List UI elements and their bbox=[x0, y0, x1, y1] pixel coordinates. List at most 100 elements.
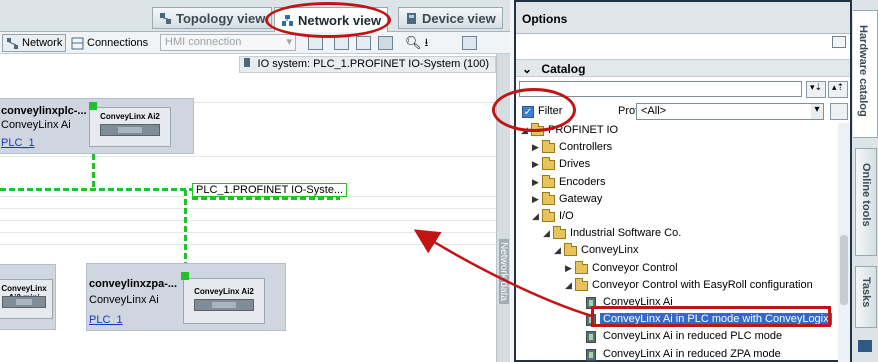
save-down-icon: ⭳ bbox=[424, 36, 429, 49]
expanded-arrow-icon[interactable]: ◢ bbox=[542, 228, 551, 239]
catalog-folder[interactable]: ◢ Conveyor Control with EasyRoll configur… bbox=[516, 277, 836, 295]
folder-icon bbox=[542, 209, 555, 222]
device-plc-link[interactable]: PLC_1 bbox=[1, 137, 35, 149]
collapsed-arrow-icon[interactable]: ▶ bbox=[531, 159, 540, 170]
device-icon bbox=[405, 12, 418, 25]
catalog-folder[interactable]: ▶ Controllers bbox=[516, 140, 836, 157]
device-type: ConveyLinx Ai bbox=[1, 119, 71, 131]
catalog-item-label: ConveyLinx bbox=[581, 244, 639, 257]
network-data-tab[interactable]: Network data bbox=[498, 239, 509, 304]
catalog-item-label: Conveyor Control with EasyRoll configura… bbox=[592, 278, 813, 291]
network-button[interactable]: Network bbox=[2, 34, 67, 52]
tab-tasks[interactable]: Tasks bbox=[855, 266, 877, 328]
view-tab-bar: Topology view Network view Device view bbox=[0, 0, 510, 32]
network-canvas[interactable]: IO system: PLC_1.PROFINET IO-System (100… bbox=[0, 54, 496, 362]
tree-scroll-thumb[interactable] bbox=[840, 235, 848, 305]
expanded-arrow-icon[interactable]: ◢ bbox=[564, 280, 573, 291]
device-conveylinxplc[interactable]: conveylinxplc-... ConveyLinx Ai PLC_1 Co… bbox=[0, 98, 194, 154]
catalog-folder[interactable]: ▶ Gateway bbox=[516, 191, 836, 209]
panel-layout-icon[interactable] bbox=[832, 36, 846, 48]
catalog-folder[interactable]: ▶ Encoders bbox=[516, 174, 836, 192]
grid-icon[interactable] bbox=[334, 36, 349, 50]
collapse-icon: ⌄ bbox=[522, 62, 533, 76]
collapsed-arrow-icon[interactable]: ▶ bbox=[531, 177, 540, 188]
tasks-label: Tasks bbox=[860, 277, 872, 308]
collapsed-arrow-icon[interactable]: ▶ bbox=[531, 194, 540, 205]
grid-line bbox=[0, 232, 496, 233]
catalog-folder[interactable]: ▶ Conveyor Control bbox=[516, 260, 836, 278]
expanded-arrow-icon[interactable]: ◢ bbox=[531, 211, 540, 222]
catalog-item-label: Industrial Software Co. bbox=[570, 227, 682, 240]
profile-edit-icon[interactable] bbox=[830, 103, 848, 120]
catalog-item[interactable]: ConveyLinx Ai in reduced PLC mode bbox=[516, 329, 836, 346]
catalog-folder[interactable]: ◢ PROFINET IO bbox=[516, 123, 836, 140]
hardware-catalog-label: Hardware catalog bbox=[857, 25, 869, 117]
grid-line bbox=[0, 244, 496, 245]
catalog-item-label: Encoders bbox=[559, 175, 606, 188]
catalog-folder[interactable]: ◢ Industrial Software Co. bbox=[516, 226, 836, 243]
online-tools-label: Online tools bbox=[860, 163, 872, 227]
tab-online-tools[interactable]: Online tools bbox=[855, 148, 877, 256]
device-type: ConveyLinx Ai bbox=[89, 294, 159, 306]
tab-topology-view[interactable]: Topology view bbox=[152, 7, 273, 29]
catalog-item-label: ConveyLinx Ai in reduced ZPA mode bbox=[603, 347, 781, 360]
layout-icon[interactable] bbox=[378, 36, 393, 50]
device-module-icon bbox=[586, 348, 596, 361]
device-plc-link[interactable]: PLC_1 bbox=[89, 314, 123, 326]
options-title: Options bbox=[516, 2, 850, 34]
catalog-item-label: Conveyor Control bbox=[592, 261, 678, 274]
tab-hardware-catalog[interactable]: Hardware catalog bbox=[853, 10, 878, 138]
catalog-item-label: ConveyLinx Ai in reduced PLC mode bbox=[603, 330, 783, 343]
topology-icon bbox=[159, 12, 172, 25]
catalog-item-label: Drives bbox=[559, 158, 591, 171]
catalog-folder[interactable]: ◢ ConveyLinx bbox=[516, 243, 836, 260]
folder-icon bbox=[553, 226, 566, 240]
network-line-label[interactable]: PLC_1.PROFINET IO-Syste... bbox=[192, 183, 348, 197]
highlight-selected-item bbox=[591, 306, 831, 327]
connection-type-select[interactable]: HMI connection bbox=[160, 34, 296, 51]
connections-button[interactable]: Connections bbox=[68, 34, 151, 52]
module-image bbox=[194, 299, 254, 311]
search-up-icon[interactable]: ▴⇡ bbox=[828, 81, 848, 98]
profinet-port[interactable] bbox=[181, 272, 189, 280]
folder-icon bbox=[564, 243, 577, 257]
expanded-arrow-icon[interactable]: ◢ bbox=[553, 245, 562, 256]
profile-select[interactable]: <All> bbox=[636, 103, 824, 120]
library-icon[interactable] bbox=[858, 340, 872, 352]
network-line[interactable] bbox=[92, 154, 95, 188]
search-down-icon[interactable]: ▾⇣ bbox=[806, 81, 826, 98]
io-system-text: IO system: PLC_1.PROFINET IO-System (100… bbox=[257, 58, 489, 70]
connection-type-value: HMI connection bbox=[165, 36, 242, 48]
folder-icon bbox=[575, 277, 588, 291]
tab-device-label: Device view bbox=[422, 10, 496, 26]
tab-device-view[interactable]: Device view bbox=[398, 7, 503, 29]
device-conveylinx-mini[interactable]: ConveyLinx Ai2 mini bbox=[0, 264, 56, 330]
tree-scrollbar[interactable] bbox=[838, 123, 850, 362]
zoom-in-button[interactable]: 🔍︎ ⭳ bbox=[402, 34, 431, 52]
catalog-item[interactable]: ConveyLinx Ai in reduced ZPA mode bbox=[516, 347, 836, 362]
catalog-header[interactable]: ⌄ Catalog bbox=[516, 59, 850, 77]
device-module[interactable]: ConveyLinx Ai2 bbox=[89, 107, 171, 147]
catalog-folder[interactable]: ▶ Drives bbox=[516, 157, 836, 174]
panel-toggle-icon[interactable] bbox=[462, 36, 477, 50]
catalog-item-label: Gateway bbox=[559, 192, 603, 205]
network-line[interactable] bbox=[192, 197, 340, 200]
catalog-folder[interactable]: ◢ I/O bbox=[516, 209, 836, 226]
module-image bbox=[2, 296, 46, 308]
folder-icon bbox=[542, 191, 555, 205]
folder-icon bbox=[575, 260, 588, 274]
network-line[interactable] bbox=[0, 188, 192, 191]
table-view-icon[interactable] bbox=[356, 36, 371, 50]
device-module[interactable]: ConveyLinx Ai2 bbox=[183, 278, 265, 324]
profinet-port[interactable] bbox=[89, 102, 97, 110]
connections-icon bbox=[71, 37, 84, 50]
zoom-fit-icon[interactable] bbox=[308, 36, 323, 50]
device-module[interactable]: ConveyLinx Ai2 mini bbox=[0, 279, 53, 319]
collapsed-arrow-icon[interactable]: ▶ bbox=[531, 142, 540, 153]
catalog-item-label: Controllers bbox=[559, 141, 613, 154]
connections-label: Connections bbox=[87, 37, 149, 49]
task-card-tabs: Hardware catalog Online tools Tasks bbox=[852, 0, 878, 362]
collapsed-arrow-icon[interactable]: ▶ bbox=[564, 263, 573, 274]
highlight-filter bbox=[492, 88, 576, 132]
io-system-label: IO system: PLC_1.PROFINET IO-System (100… bbox=[239, 56, 496, 73]
